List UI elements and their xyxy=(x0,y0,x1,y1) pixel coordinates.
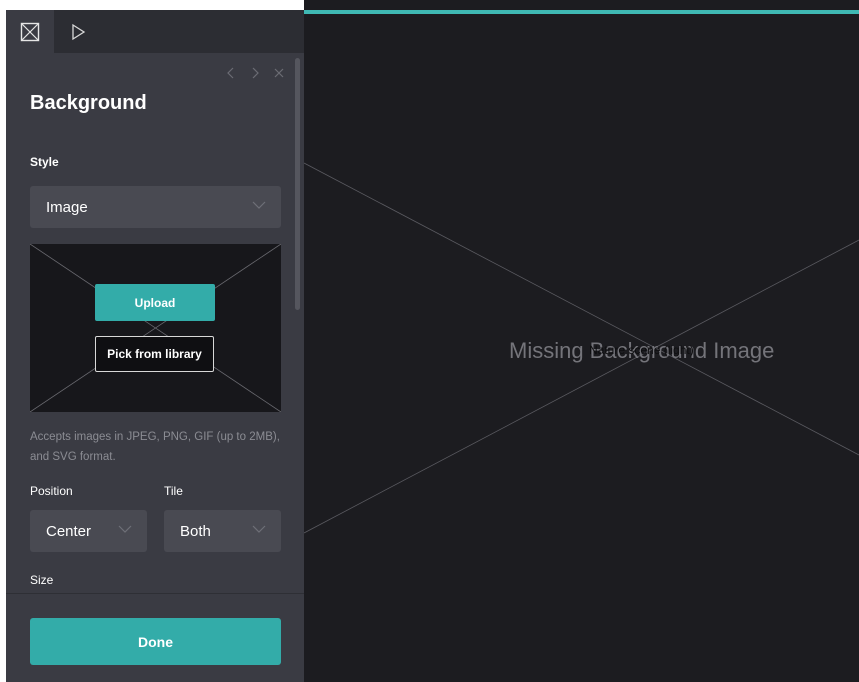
panel-footer-divider xyxy=(6,593,304,594)
style-select[interactable]: Image xyxy=(30,186,281,228)
image-preview-dropzone[interactable] xyxy=(29,243,282,413)
tab-background[interactable] xyxy=(6,10,54,53)
play-icon xyxy=(72,23,86,40)
done-button[interactable]: Done xyxy=(30,618,281,665)
panel-tab-bar xyxy=(6,10,304,53)
pick-from-library-button[interactable]: Pick from library xyxy=(95,336,214,372)
overlapping-image-title: Nature scene (light) xyxy=(589,343,694,357)
accepted-formats-help: Accepts images in JPEG, PNG, GIF (up to … xyxy=(30,431,280,463)
chevron-down-icon xyxy=(118,525,132,533)
position-label: Position xyxy=(30,484,73,498)
tile-select[interactable]: Both xyxy=(164,510,281,552)
upload-button[interactable]: Upload xyxy=(95,284,215,321)
position-select[interactable]: Center xyxy=(30,510,147,552)
canvas-area[interactable]: Missing Background Image Nature scene (l… xyxy=(304,0,859,682)
panel-title: Background xyxy=(30,92,147,114)
size-label: Size xyxy=(30,573,54,587)
chevron-right-icon[interactable] xyxy=(248,65,262,81)
chevron-down-icon xyxy=(252,525,266,533)
panel-scrollbar-thumb[interactable] xyxy=(295,58,300,310)
style-select-value: Image xyxy=(46,198,88,216)
background-panel: Background Style Image Upload Pick from … xyxy=(6,10,304,682)
style-label: Style xyxy=(30,155,59,169)
chevron-left-icon[interactable] xyxy=(224,65,238,81)
tab-animation[interactable] xyxy=(54,10,102,53)
placeholder-cross-icon xyxy=(29,243,282,413)
position-select-value: Center xyxy=(46,522,92,540)
chevron-down-icon xyxy=(252,201,266,209)
panel-nav-controls xyxy=(224,65,294,83)
canvas-accent-bar xyxy=(304,10,859,14)
tile-select-value: Both xyxy=(180,522,211,540)
tile-label: Tile xyxy=(164,484,183,498)
image-placeholder-icon xyxy=(20,22,40,41)
close-icon[interactable] xyxy=(272,65,286,81)
